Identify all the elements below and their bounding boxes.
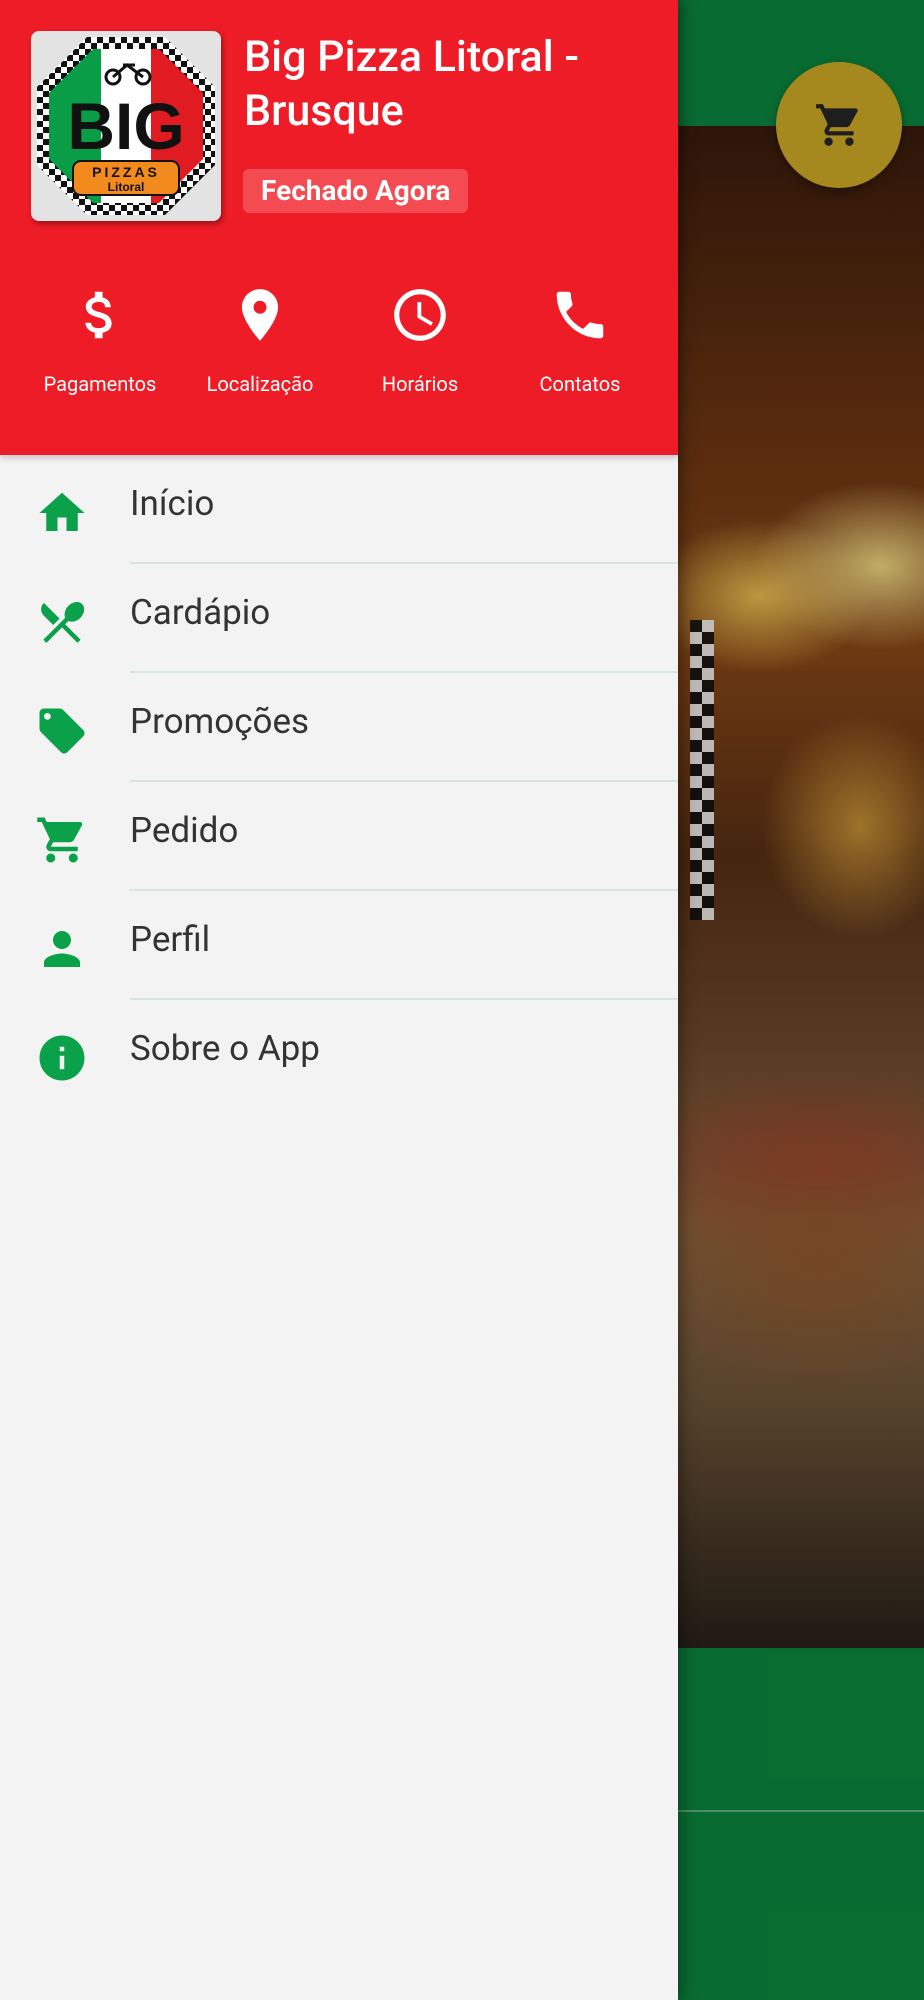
cart-fab-button[interactable]: [776, 62, 902, 188]
store-logo: BIG PIZZAS Litoral: [31, 31, 221, 221]
quick-action-label: Localização: [206, 372, 314, 396]
phone-icon: [545, 280, 615, 350]
dollar-icon: [65, 280, 135, 350]
quick-action-contacts[interactable]: Contatos: [500, 280, 660, 410]
menu-item-promocoes[interactable]: Promoções: [0, 673, 678, 782]
clock-icon: [385, 280, 455, 350]
store-status-badge: Fechado Agora: [243, 169, 469, 213]
menu-item-sobre[interactable]: Sobre o App: [0, 1000, 678, 1109]
logo-big-text: BIG: [67, 89, 184, 163]
menu-item-perfil[interactable]: Perfil: [0, 891, 678, 1000]
menu-item-pedido[interactable]: Pedido: [0, 782, 678, 891]
drawer-menu: Início Cardápio Promoções Pedido Perfil …: [0, 455, 678, 1109]
location-pin-icon: [225, 280, 295, 350]
cart-icon: [34, 812, 90, 868]
logo-pizzas-text: PIZZAS: [92, 164, 160, 180]
logo-litoral-text: Litoral: [108, 180, 145, 194]
quick-action-payments[interactable]: Pagamentos: [20, 280, 180, 410]
drawer-header: BIG PIZZAS Litoral Big Pizza Litoral - B…: [0, 0, 678, 455]
store-name: Big Pizza Litoral - Brusque: [244, 32, 579, 136]
quick-actions: Pagamentos Localização Horários Contatos: [0, 280, 678, 410]
quick-action-label: Horários: [381, 372, 459, 396]
menu-item-label: Sobre o App: [130, 1028, 320, 1069]
menu-item-label: Pedido: [130, 810, 239, 851]
menu-item-inicio[interactable]: Início: [0, 455, 678, 564]
menu-item-label: Promoções: [130, 701, 310, 742]
cart-icon: [816, 104, 858, 146]
info-icon: [34, 1030, 90, 1086]
quick-action-hours[interactable]: Horários: [340, 280, 500, 410]
menu-item-label: Perfil: [130, 919, 211, 960]
quick-action-label: Pagamentos: [43, 372, 157, 396]
navigation-drawer: BIG PIZZAS Litoral Big Pizza Litoral - B…: [0, 0, 678, 2000]
home-icon: [34, 485, 90, 541]
quick-action-label: Contatos: [539, 372, 621, 396]
quick-action-location[interactable]: Localização: [180, 280, 340, 410]
tag-icon: [34, 703, 90, 759]
utensils-icon: [34, 594, 90, 650]
menu-item-label: Cardápio: [130, 592, 271, 633]
person-icon: [34, 921, 90, 977]
menu-item-label: Início: [130, 483, 215, 524]
menu-item-cardapio[interactable]: Cardápio: [0, 564, 678, 673]
